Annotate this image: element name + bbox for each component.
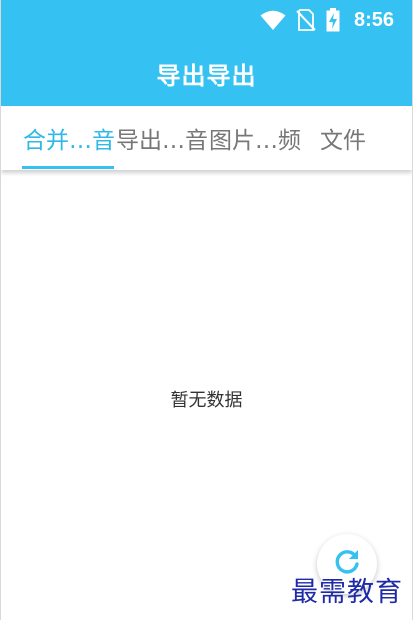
status-time: 8:56	[353, 8, 394, 31]
wifi-icon	[260, 9, 286, 31]
tab-files[interactable]: 文件	[320, 106, 366, 170]
tab-bar: 合并…音 导出…音 图片…频 文件	[1, 106, 412, 170]
app-screen: 8:56 导出导出 合并…音 导出…音 图片…频 文件 暂无数据 最需教育	[0, 0, 413, 620]
tab-export-audio[interactable]: 导出…音	[116, 106, 208, 170]
watermark-logo: 最需教育	[291, 577, 403, 608]
status-bar: 8:56	[1, 0, 412, 40]
app-bar: 导出导出	[1, 40, 412, 106]
tab-merge-audio[interactable]: 合并…音	[23, 106, 115, 170]
page-title: 导出导出	[156, 61, 257, 90]
tab-indicator	[22, 166, 114, 169]
empty-state-text: 暂无数据	[170, 390, 243, 411]
tab-image-video[interactable]: 图片…频	[209, 106, 301, 170]
no-sim-icon	[296, 9, 316, 31]
battery-charging-icon	[326, 8, 340, 32]
